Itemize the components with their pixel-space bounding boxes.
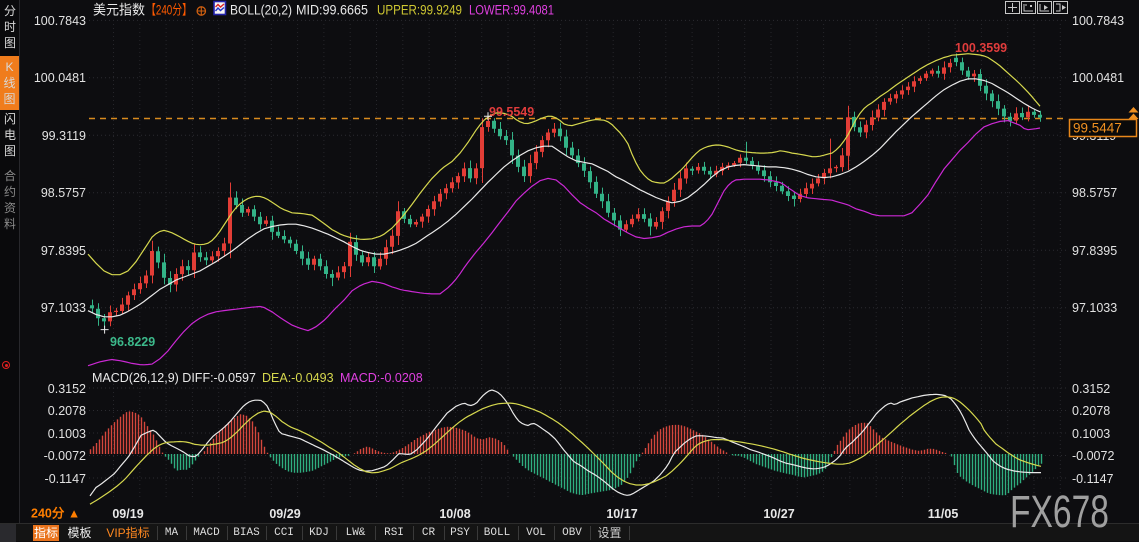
svg-text:10/17: 10/17: [606, 507, 637, 521]
svg-text:09/29: 09/29: [269, 507, 300, 521]
svg-text:-0.0072: -0.0072: [44, 449, 86, 463]
svg-text:98.5757: 98.5757: [1072, 186, 1117, 200]
svg-text:0.3152: 0.3152: [48, 382, 86, 396]
svg-text:MACD(26,12,9) DIFF:-0.0597: MACD(26,12,9) DIFF:-0.0597: [92, 371, 256, 385]
svg-text:99.5447: 99.5447: [1073, 121, 1122, 136]
svg-text:99.3119: 99.3119: [42, 129, 86, 143]
svg-text:LOWER:99.4081: LOWER:99.4081: [469, 3, 554, 18]
svg-text:99.5549: 99.5549: [489, 105, 534, 119]
svg-text:96.8229: 96.8229: [110, 335, 155, 349]
svg-text:UPPER:99.9249: UPPER:99.9249: [377, 3, 462, 18]
svg-text:97.1033: 97.1033: [41, 301, 86, 315]
svg-text:10/08: 10/08: [439, 507, 470, 521]
svg-text:美元指数: 美元指数: [93, 3, 145, 18]
svg-text:FX678: FX678: [1010, 488, 1109, 533]
svg-text:10/27: 10/27: [763, 507, 794, 521]
svg-text:0.2078: 0.2078: [1072, 404, 1110, 418]
svg-text:0.2078: 0.2078: [48, 404, 86, 418]
svg-text:100.0481: 100.0481: [34, 71, 86, 85]
svg-text:97.8395: 97.8395: [41, 244, 86, 258]
svg-text:-0.1147: -0.1147: [45, 472, 87, 486]
svg-text:0.1003: 0.1003: [48, 427, 86, 441]
svg-text:0.1003: 0.1003: [1072, 427, 1110, 441]
svg-text:97.1033: 97.1033: [1072, 301, 1117, 315]
svg-text:97.8395: 97.8395: [1072, 244, 1117, 258]
svg-text:BOLL(20,2): BOLL(20,2): [230, 3, 292, 18]
svg-text:-0.0072: -0.0072: [1072, 449, 1114, 463]
svg-text:09/19: 09/19: [112, 507, 143, 521]
svg-text:100.3599: 100.3599: [955, 41, 1007, 55]
svg-text:MID:99.6665: MID:99.6665: [296, 3, 368, 18]
svg-text:100.7843: 100.7843: [34, 14, 86, 28]
svg-text:98.5757: 98.5757: [41, 186, 86, 200]
svg-text:100.7843: 100.7843: [1072, 14, 1124, 28]
svg-text:0.3152: 0.3152: [1072, 382, 1110, 396]
svg-text:240分 ▲: 240分 ▲: [31, 506, 80, 521]
svg-text:【240分】: 【240分】: [146, 3, 192, 18]
svg-text:100.0481: 100.0481: [1072, 71, 1124, 85]
svg-text:MACD:-0.0208: MACD:-0.0208: [340, 371, 423, 385]
svg-text:-0.1147: -0.1147: [1072, 472, 1114, 486]
svg-text:11/05: 11/05: [928, 507, 959, 521]
svg-text:DEA:-0.0493: DEA:-0.0493: [262, 371, 334, 385]
